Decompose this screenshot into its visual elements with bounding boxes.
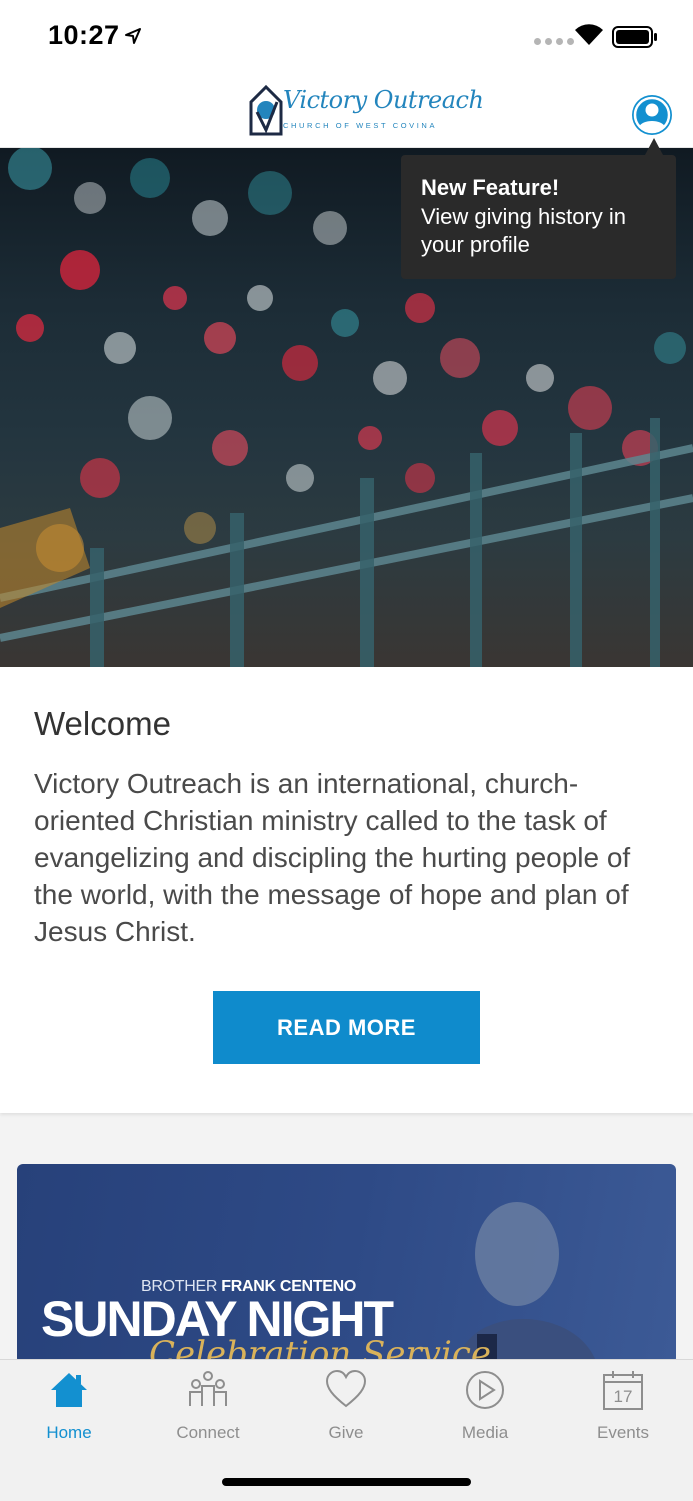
profile-icon [633,96,671,134]
tab-events[interactable]: 17 Events [554,1360,692,1450]
welcome-card: Welcome Victory Outreach is an internati… [0,667,693,1113]
welcome-title: Welcome [34,705,171,742]
tooltip-arrow [645,138,663,155]
status-bar: 10:27 [0,0,693,76]
profile-button[interactable] [632,95,672,135]
welcome-text: Victory Outreach is an international, ch… [34,768,631,947]
tab-label-media: Media [461,1423,509,1442]
tab-give[interactable]: Give [277,1360,415,1450]
church-logo-mark-icon [249,84,283,136]
sunday-night-promo-card[interactable]: BROTHER FRANK CENTENO SUNDAY NIGHT Celeb… [17,1164,676,1364]
home-indicator [222,1478,471,1486]
heart-icon [326,1370,366,1408]
tab-home[interactable]: Home [0,1360,138,1450]
tab-label-give: Give [328,1423,364,1442]
play-icon [466,1371,504,1409]
tab-label-events: Events [597,1423,649,1442]
tooltip-title: New Feature! [421,175,560,200]
logo-script: Victory Outreach [283,86,484,114]
app-header: Victory Outreach CHURCH OF WEST COVINA [0,76,693,148]
wifi-icon [575,24,603,45]
cellular-signal-icon [534,38,574,45]
tab-connect[interactable]: Connect [139,1360,277,1450]
read-more-button[interactable]: READ MORE [213,991,480,1064]
logo-subtitle: CHURCH OF WEST COVINA [283,121,438,130]
calendar-day-number: 17 [613,1387,633,1406]
home-icon [51,1373,87,1407]
tab-label-home: Home [46,1423,92,1442]
tab-label-connect: Connect [176,1423,240,1442]
location-arrow-icon [125,28,141,44]
tab-media[interactable]: Media [416,1360,554,1450]
battery-icon [612,26,657,48]
church-logo: Victory Outreach CHURCH OF WEST COVINA [249,82,484,140]
new-feature-tooltip[interactable]: New Feature! View giving history in your… [401,155,676,279]
tooltip-body: View giving history in your profile [421,204,627,257]
status-time: 10:27 [48,20,120,50]
connect-icon [189,1371,227,1406]
